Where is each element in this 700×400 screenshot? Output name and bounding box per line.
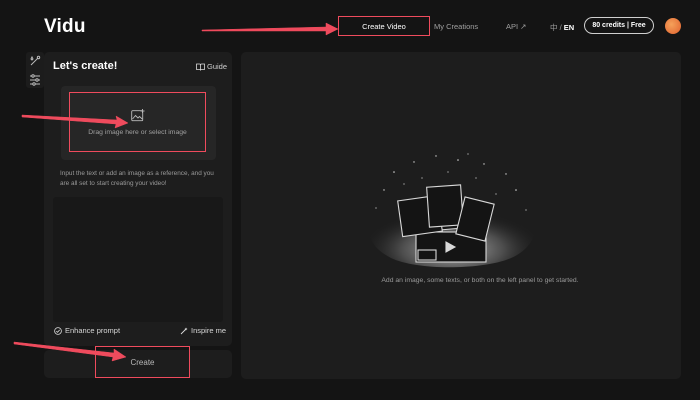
empty-state-message: Add an image, some texts, or both on the… [381, 277, 579, 284]
nav-api[interactable]: API ↗ [506, 22, 526, 31]
lang-zh[interactable]: 中 [550, 23, 558, 32]
clapperboard-illustration [369, 153, 536, 268]
enhance-prompt-toggle[interactable]: Enhance prompt [54, 326, 120, 335]
enhance-prompt-label: Enhance prompt [65, 326, 121, 335]
book-icon [196, 63, 205, 71]
vidu-logo[interactable]: Vidu [44, 16, 86, 38]
inspire-me-button[interactable]: Inspire me [180, 326, 226, 335]
prompt-input[interactable] [53, 197, 223, 322]
lang-en[interactable]: EN [564, 23, 574, 32]
check-circle-icon [54, 326, 62, 335]
upload-highlight [69, 92, 206, 152]
magic-wand-icon[interactable] [30, 55, 41, 66]
language-switcher[interactable]: 中 / EN [550, 22, 574, 33]
avatar[interactable] [665, 18, 681, 34]
credits-badge[interactable]: 80 credits | Free [584, 17, 654, 34]
arrow-to-create-video [201, 22, 339, 36]
hint-text: Input the text or add an image as a refe… [60, 170, 214, 187]
guide-label: Guide [207, 62, 228, 71]
nav-my-creations[interactable]: My Creations [434, 22, 478, 31]
sliders-icon[interactable] [30, 74, 40, 86]
add-image-icon [131, 109, 145, 122]
guide-link[interactable]: Guide [196, 62, 227, 71]
create-button[interactable]: Create [95, 346, 190, 378]
panel-title: Let's create! [53, 60, 118, 72]
nav-create-video[interactable]: Create Video [338, 16, 430, 36]
upload-label: Drag image here or select image [88, 129, 187, 136]
tool-sidebar [26, 52, 44, 88]
magic-wand-icon [180, 327, 188, 334]
inspire-me-label: Inspire me [191, 326, 227, 335]
